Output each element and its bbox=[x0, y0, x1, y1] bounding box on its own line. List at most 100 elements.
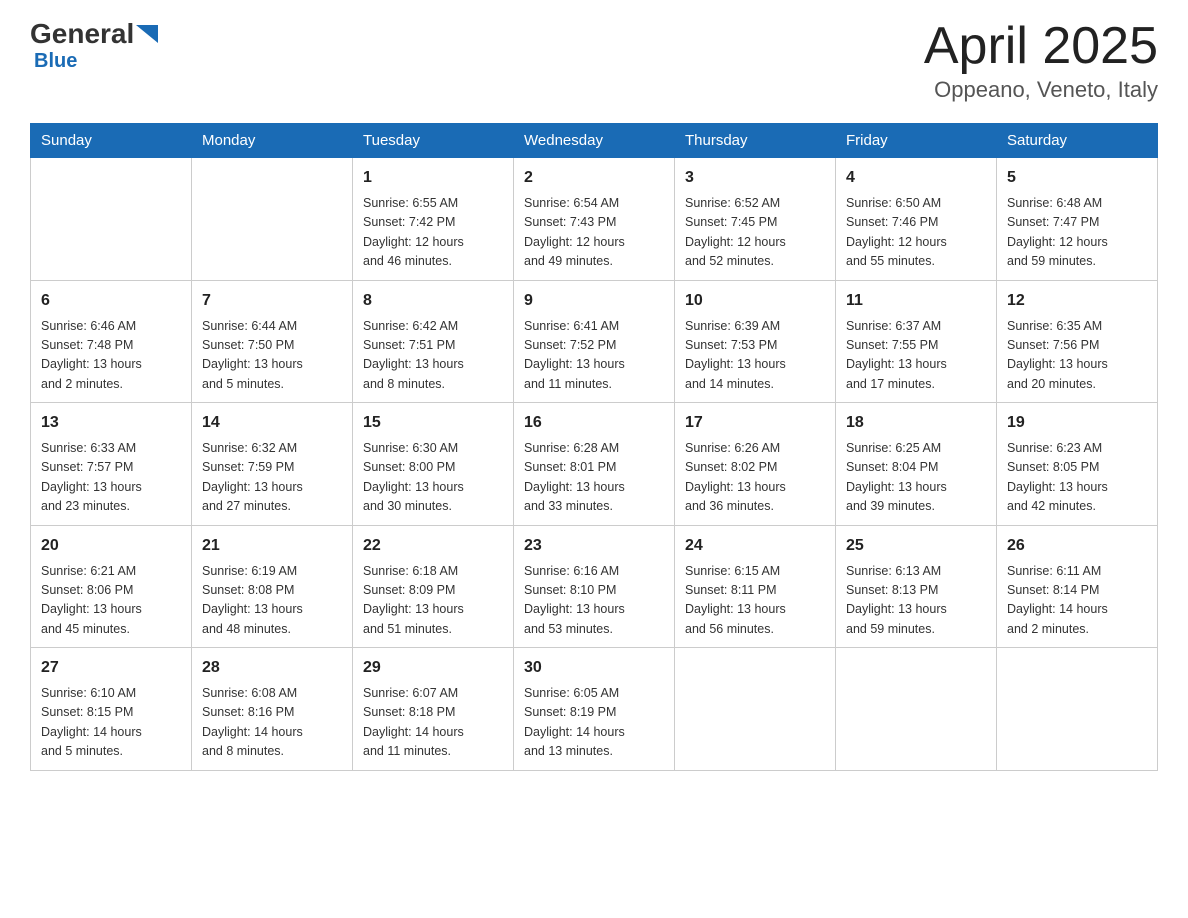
calendar-cell: 24Sunrise: 6:15 AM Sunset: 8:11 PM Dayli… bbox=[675, 525, 836, 648]
day-number: 11 bbox=[846, 289, 986, 313]
calendar-cell: 16Sunrise: 6:28 AM Sunset: 8:01 PM Dayli… bbox=[514, 403, 675, 526]
calendar-cell: 2 Sunrise: 6:54 AM Sunset: 7:43 PM Daylig… bbox=[514, 158, 675, 281]
month-title: April 2025 bbox=[924, 20, 1158, 72]
day-number: 15 bbox=[363, 411, 503, 435]
weekday-header-wednesday: Wednesday bbox=[514, 124, 675, 158]
day-number: 19 bbox=[1007, 411, 1147, 435]
day-number: 30 bbox=[524, 656, 664, 680]
calendar-table: SundayMondayTuesdayWednesdayThursdayFrid… bbox=[30, 123, 1158, 771]
calendar-cell: 27 Sunrise: 6:10 AM Sunset: 8:15 PM Dayli… bbox=[31, 648, 192, 771]
day-info: Sunrise: 6:07 AM Sunset: 8:18 PM Dayligh… bbox=[363, 684, 503, 762]
day-info: Sunrise: 6:18 AM Sunset: 8:09 PM Dayligh… bbox=[363, 562, 503, 640]
calendar-week-row: 1 Sunrise: 6:55 AM Sunset: 7:42 PM Daylig… bbox=[31, 158, 1158, 281]
calendar-cell bbox=[192, 158, 353, 281]
day-info: Sunrise: 6:11 AM Sunset: 8:14 PM Dayligh… bbox=[1007, 562, 1147, 640]
day-info: Sunrise: 6:08 AM Sunset: 8:16 PM Dayligh… bbox=[202, 684, 342, 762]
day-number: 27 bbox=[41, 656, 181, 680]
weekday-header-tuesday: Tuesday bbox=[353, 124, 514, 158]
calendar-cell: 21Sunrise: 6:19 AM Sunset: 8:08 PM Dayli… bbox=[192, 525, 353, 648]
calendar-cell bbox=[31, 158, 192, 281]
calendar-cell: 17 Sunrise: 6:26 AM Sunset: 8:02 PM Dayli… bbox=[675, 403, 836, 526]
weekday-header-monday: Monday bbox=[192, 124, 353, 158]
day-info: Sunrise: 6:48 AM Sunset: 7:47 PM Dayligh… bbox=[1007, 194, 1147, 272]
day-info: Sunrise: 6:44 AM Sunset: 7:50 PM Dayligh… bbox=[202, 317, 342, 395]
day-info: Sunrise: 6:33 AM Sunset: 7:57 PM Dayligh… bbox=[41, 439, 181, 517]
day-number: 13 bbox=[41, 411, 181, 435]
day-number: 2 bbox=[524, 166, 664, 190]
calendar-cell bbox=[836, 648, 997, 771]
calendar-cell: 20Sunrise: 6:21 AM Sunset: 8:06 PM Dayli… bbox=[31, 525, 192, 648]
calendar-cell: 30 Sunrise: 6:05 AM Sunset: 8:19 PM Dayli… bbox=[514, 648, 675, 771]
day-info: Sunrise: 6:41 AM Sunset: 7:52 PM Dayligh… bbox=[524, 317, 664, 395]
weekday-header-thursday: Thursday bbox=[675, 124, 836, 158]
logo: General Blue bbox=[30, 20, 158, 73]
day-number: 21 bbox=[202, 534, 342, 558]
logo-blue: Blue bbox=[34, 50, 77, 73]
day-number: 3 bbox=[685, 166, 825, 190]
day-number: 26 bbox=[1007, 534, 1147, 558]
calendar-week-row: 27 Sunrise: 6:10 AM Sunset: 8:15 PM Dayli… bbox=[31, 648, 1158, 771]
day-number: 22 bbox=[363, 534, 503, 558]
day-number: 17 bbox=[685, 411, 825, 435]
day-info: Sunrise: 6:52 AM Sunset: 7:45 PM Dayligh… bbox=[685, 194, 825, 272]
logo-triangle-icon bbox=[136, 25, 158, 43]
calendar-week-row: 6 Sunrise: 6:46 AM Sunset: 7:48 PM Daylig… bbox=[31, 280, 1158, 403]
day-number: 16 bbox=[524, 411, 664, 435]
calendar-cell bbox=[675, 648, 836, 771]
day-number: 5 bbox=[1007, 166, 1147, 190]
day-info: Sunrise: 6:05 AM Sunset: 8:19 PM Dayligh… bbox=[524, 684, 664, 762]
calendar-cell: 8 Sunrise: 6:42 AM Sunset: 7:51 PM Daylig… bbox=[353, 280, 514, 403]
weekday-header-row: SundayMondayTuesdayWednesdayThursdayFrid… bbox=[31, 124, 1158, 158]
day-info: Sunrise: 6:39 AM Sunset: 7:53 PM Dayligh… bbox=[685, 317, 825, 395]
day-info: Sunrise: 6:35 AM Sunset: 7:56 PM Dayligh… bbox=[1007, 317, 1147, 395]
day-number: 12 bbox=[1007, 289, 1147, 313]
day-info: Sunrise: 6:26 AM Sunset: 8:02 PM Dayligh… bbox=[685, 439, 825, 517]
calendar-cell: 19 Sunrise: 6:23 AM Sunset: 8:05 PM Dayli… bbox=[997, 403, 1158, 526]
calendar-cell: 18Sunrise: 6:25 AM Sunset: 8:04 PM Dayli… bbox=[836, 403, 997, 526]
day-info: Sunrise: 6:16 AM Sunset: 8:10 PM Dayligh… bbox=[524, 562, 664, 640]
day-number: 24 bbox=[685, 534, 825, 558]
day-info: Sunrise: 6:37 AM Sunset: 7:55 PM Dayligh… bbox=[846, 317, 986, 395]
day-info: Sunrise: 6:54 AM Sunset: 7:43 PM Dayligh… bbox=[524, 194, 664, 272]
day-number: 25 bbox=[846, 534, 986, 558]
location: Oppeano, Veneto, Italy bbox=[924, 77, 1158, 103]
calendar-cell: 23 Sunrise: 6:16 AM Sunset: 8:10 PM Dayli… bbox=[514, 525, 675, 648]
calendar-week-row: 20Sunrise: 6:21 AM Sunset: 8:06 PM Dayli… bbox=[31, 525, 1158, 648]
calendar-cell: 26 Sunrise: 6:11 AM Sunset: 8:14 PM Dayli… bbox=[997, 525, 1158, 648]
day-number: 28 bbox=[202, 656, 342, 680]
calendar-cell: 13 Sunrise: 6:33 AM Sunset: 7:57 PM Dayli… bbox=[31, 403, 192, 526]
day-number: 14 bbox=[202, 411, 342, 435]
day-number: 9 bbox=[524, 289, 664, 313]
calendar-cell: 29 Sunrise: 6:07 AM Sunset: 8:18 PM Dayli… bbox=[353, 648, 514, 771]
calendar-cell: 14 Sunrise: 6:32 AM Sunset: 7:59 PM Dayli… bbox=[192, 403, 353, 526]
day-number: 8 bbox=[363, 289, 503, 313]
weekday-header-saturday: Saturday bbox=[997, 124, 1158, 158]
day-info: Sunrise: 6:23 AM Sunset: 8:05 PM Dayligh… bbox=[1007, 439, 1147, 517]
page-header: General Blue April 2025 Oppeano, Veneto,… bbox=[30, 20, 1158, 103]
calendar-cell: 22 Sunrise: 6:18 AM Sunset: 8:09 PM Dayli… bbox=[353, 525, 514, 648]
day-number: 6 bbox=[41, 289, 181, 313]
day-info: Sunrise: 6:32 AM Sunset: 7:59 PM Dayligh… bbox=[202, 439, 342, 517]
calendar-cell: 4Sunrise: 6:50 AM Sunset: 7:46 PM Daylig… bbox=[836, 158, 997, 281]
day-info: Sunrise: 6:46 AM Sunset: 7:48 PM Dayligh… bbox=[41, 317, 181, 395]
day-info: Sunrise: 6:13 AM Sunset: 8:13 PM Dayligh… bbox=[846, 562, 986, 640]
calendar-cell: 9 Sunrise: 6:41 AM Sunset: 7:52 PM Daylig… bbox=[514, 280, 675, 403]
calendar-cell: 3 Sunrise: 6:52 AM Sunset: 7:45 PM Daylig… bbox=[675, 158, 836, 281]
day-number: 7 bbox=[202, 289, 342, 313]
day-number: 29 bbox=[363, 656, 503, 680]
day-info: Sunrise: 6:42 AM Sunset: 7:51 PM Dayligh… bbox=[363, 317, 503, 395]
day-info: Sunrise: 6:30 AM Sunset: 8:00 PM Dayligh… bbox=[363, 439, 503, 517]
calendar-cell: 5 Sunrise: 6:48 AM Sunset: 7:47 PM Daylig… bbox=[997, 158, 1158, 281]
weekday-header-friday: Friday bbox=[836, 124, 997, 158]
day-info: Sunrise: 6:55 AM Sunset: 7:42 PM Dayligh… bbox=[363, 194, 503, 272]
day-number: 23 bbox=[524, 534, 664, 558]
calendar-week-row: 13 Sunrise: 6:33 AM Sunset: 7:57 PM Dayli… bbox=[31, 403, 1158, 526]
calendar-cell: 25 Sunrise: 6:13 AM Sunset: 8:13 PM Dayli… bbox=[836, 525, 997, 648]
calendar-cell: 1 Sunrise: 6:55 AM Sunset: 7:42 PM Daylig… bbox=[353, 158, 514, 281]
day-number: 10 bbox=[685, 289, 825, 313]
weekday-header-sunday: Sunday bbox=[31, 124, 192, 158]
day-number: 1 bbox=[363, 166, 503, 190]
calendar-cell: 10 Sunrise: 6:39 AM Sunset: 7:53 PM Dayli… bbox=[675, 280, 836, 403]
day-info: Sunrise: 6:10 AM Sunset: 8:15 PM Dayligh… bbox=[41, 684, 181, 762]
calendar-cell: 6 Sunrise: 6:46 AM Sunset: 7:48 PM Daylig… bbox=[31, 280, 192, 403]
